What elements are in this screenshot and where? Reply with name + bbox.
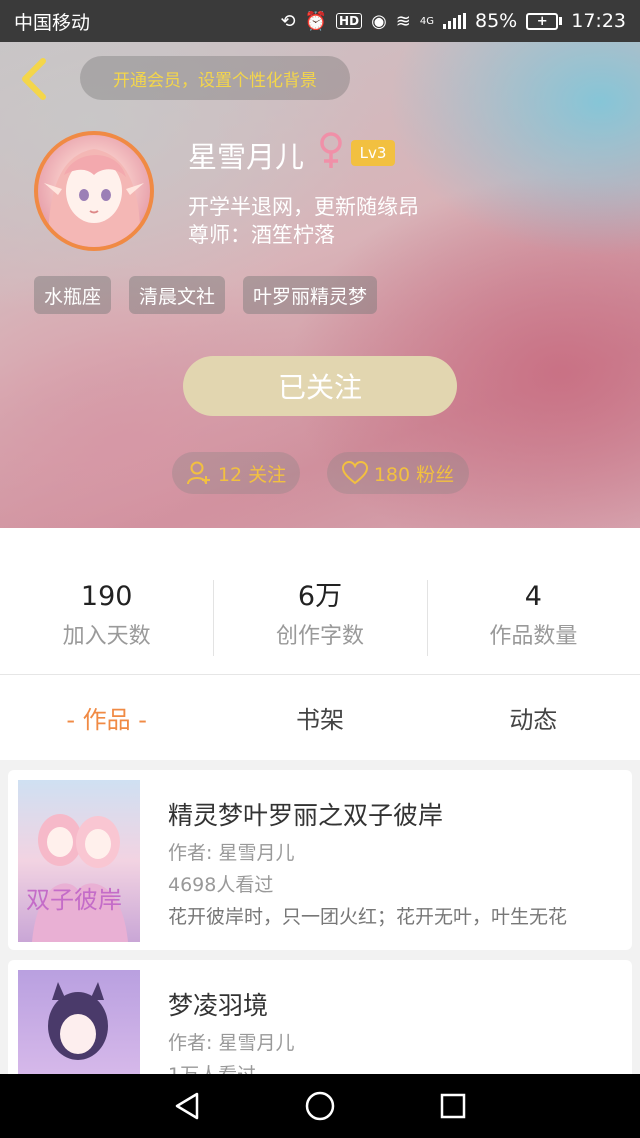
following-count: 12 关注 — [217, 463, 287, 486]
stat-label: 创作字数 — [275, 624, 364, 649]
stat-works-count: 4 作品数量 — [426, 580, 640, 674]
stat-value: 6万 — [297, 581, 343, 612]
recents-nav-button[interactable] — [423, 1076, 483, 1136]
book-author: 作者: 星雪月儿 — [168, 1032, 295, 1054]
works-list: 双子彼岸 精灵梦叶罗丽之双子彼岸 作者: 星雪月儿 4698人看过 花开彼岸时，… — [0, 760, 640, 1074]
wifi-icon: ≋ — [395, 10, 411, 32]
mentor-label: 尊师：酒笙柠落 — [188, 223, 335, 247]
profile-tabs: - 作品 - 书架 动态 — [0, 674, 640, 760]
book-title: 梦凌羽境 — [168, 991, 269, 1020]
tag-item[interactable]: 叶罗丽精灵梦 — [243, 276, 378, 314]
carrier-label: 中国移动 — [14, 11, 91, 34]
tag-list: 水瓶座 清晨文社 叶罗丽精灵梦 — [34, 276, 378, 314]
list-item[interactable]: 双子彼岸 精灵梦叶罗丽之双子彼岸 作者: 星雪月儿 4698人看过 花开彼岸时，… — [8, 770, 632, 950]
eye-icon: ◉ — [371, 10, 387, 32]
back-button[interactable] — [14, 56, 54, 102]
tab-activity[interactable]: 动态 — [427, 675, 640, 760]
book-description: 花开彼岸时，只一团火红；花开无叶，叶生无花 — [168, 906, 568, 928]
list-item[interactable]: 梦凌羽境 作者: 星雪月儿 1万人看过 — [8, 960, 632, 1074]
system-nav-bar — [0, 1074, 640, 1138]
signature: 开学半退网，更新随缘昂 — [188, 195, 419, 219]
profile-header: 开通会员，设置个性化背景 星雪月儿 Lv3 开学半退网，更新随缘昂 尊师：酒笙柠… — [0, 42, 640, 528]
square-recents-icon — [441, 1093, 466, 1119]
level-badge: Lv3 — [351, 140, 395, 166]
triangle-back-icon — [175, 1092, 198, 1120]
chevron-left-icon — [22, 58, 46, 100]
user-add-icon — [186, 461, 210, 485]
stat-value: 190 — [80, 581, 133, 612]
female-icon — [320, 132, 342, 168]
book-title: 精灵梦叶罗丽之双子彼岸 — [168, 801, 444, 830]
stat-word-count: 6万 创作字数 — [213, 580, 426, 674]
stats-row: 190 加入天数 6万 创作字数 4 作品数量 — [0, 528, 640, 674]
battery-percent: 85% — [475, 10, 518, 32]
tag-item[interactable]: 水瓶座 — [34, 276, 112, 314]
avatar[interactable] — [34, 131, 154, 251]
book-cover — [18, 970, 140, 1074]
back-nav-button[interactable] — [157, 1076, 217, 1136]
circle-home-icon — [305, 1091, 335, 1121]
book-cover: 双子彼岸 — [18, 780, 140, 942]
clock: 17:23 — [571, 10, 626, 32]
tab-works[interactable]: - 作品 - — [0, 675, 213, 760]
vip-background-button[interactable]: 开通会员，设置个性化背景 — [80, 56, 350, 100]
book-author: 作者: 星雪月儿 — [168, 842, 295, 864]
status-bar: 中国移动 ⟲ ⏰ HD ◉ ≋ 4G 85% + 17:23 — [0, 0, 640, 42]
stat-join-days: 190 加入天数 — [0, 580, 213, 674]
tag-item[interactable]: 清晨文社 — [129, 276, 226, 314]
stat-value: 4 — [524, 581, 542, 612]
stat-label: 加入天数 — [62, 624, 151, 649]
cover-title: 双子彼岸 — [26, 886, 122, 914]
heart-icon — [341, 461, 368, 485]
status-icons: ⟲ ⏰ HD ◉ ≋ 4G 85% + 17:23 — [281, 10, 626, 32]
tab-bookshelf[interactable]: 书架 — [213, 675, 426, 760]
username: 星雪月儿 — [188, 140, 305, 174]
sync-icon: ⟲ — [280, 10, 296, 32]
fans-button[interactable]: 180 粉丝 — [327, 452, 469, 494]
fans-count: 180 粉丝 — [373, 463, 455, 486]
hd-badge: HD — [336, 13, 363, 29]
home-nav-button[interactable] — [290, 1076, 350, 1136]
network-type: 4G — [419, 16, 434, 27]
alarm-icon: ⏰ — [304, 10, 328, 32]
book-views: 1万人看过 — [168, 1060, 256, 1074]
signal-icon — [443, 13, 466, 29]
battery-icon: + — [526, 12, 563, 30]
follow-button[interactable]: 已关注 — [183, 356, 457, 416]
book-views: 4698人看过 — [168, 874, 274, 896]
stat-label: 作品数量 — [489, 624, 578, 649]
following-button[interactable]: 12 关注 — [172, 452, 300, 494]
avatar-image — [44, 149, 144, 247]
